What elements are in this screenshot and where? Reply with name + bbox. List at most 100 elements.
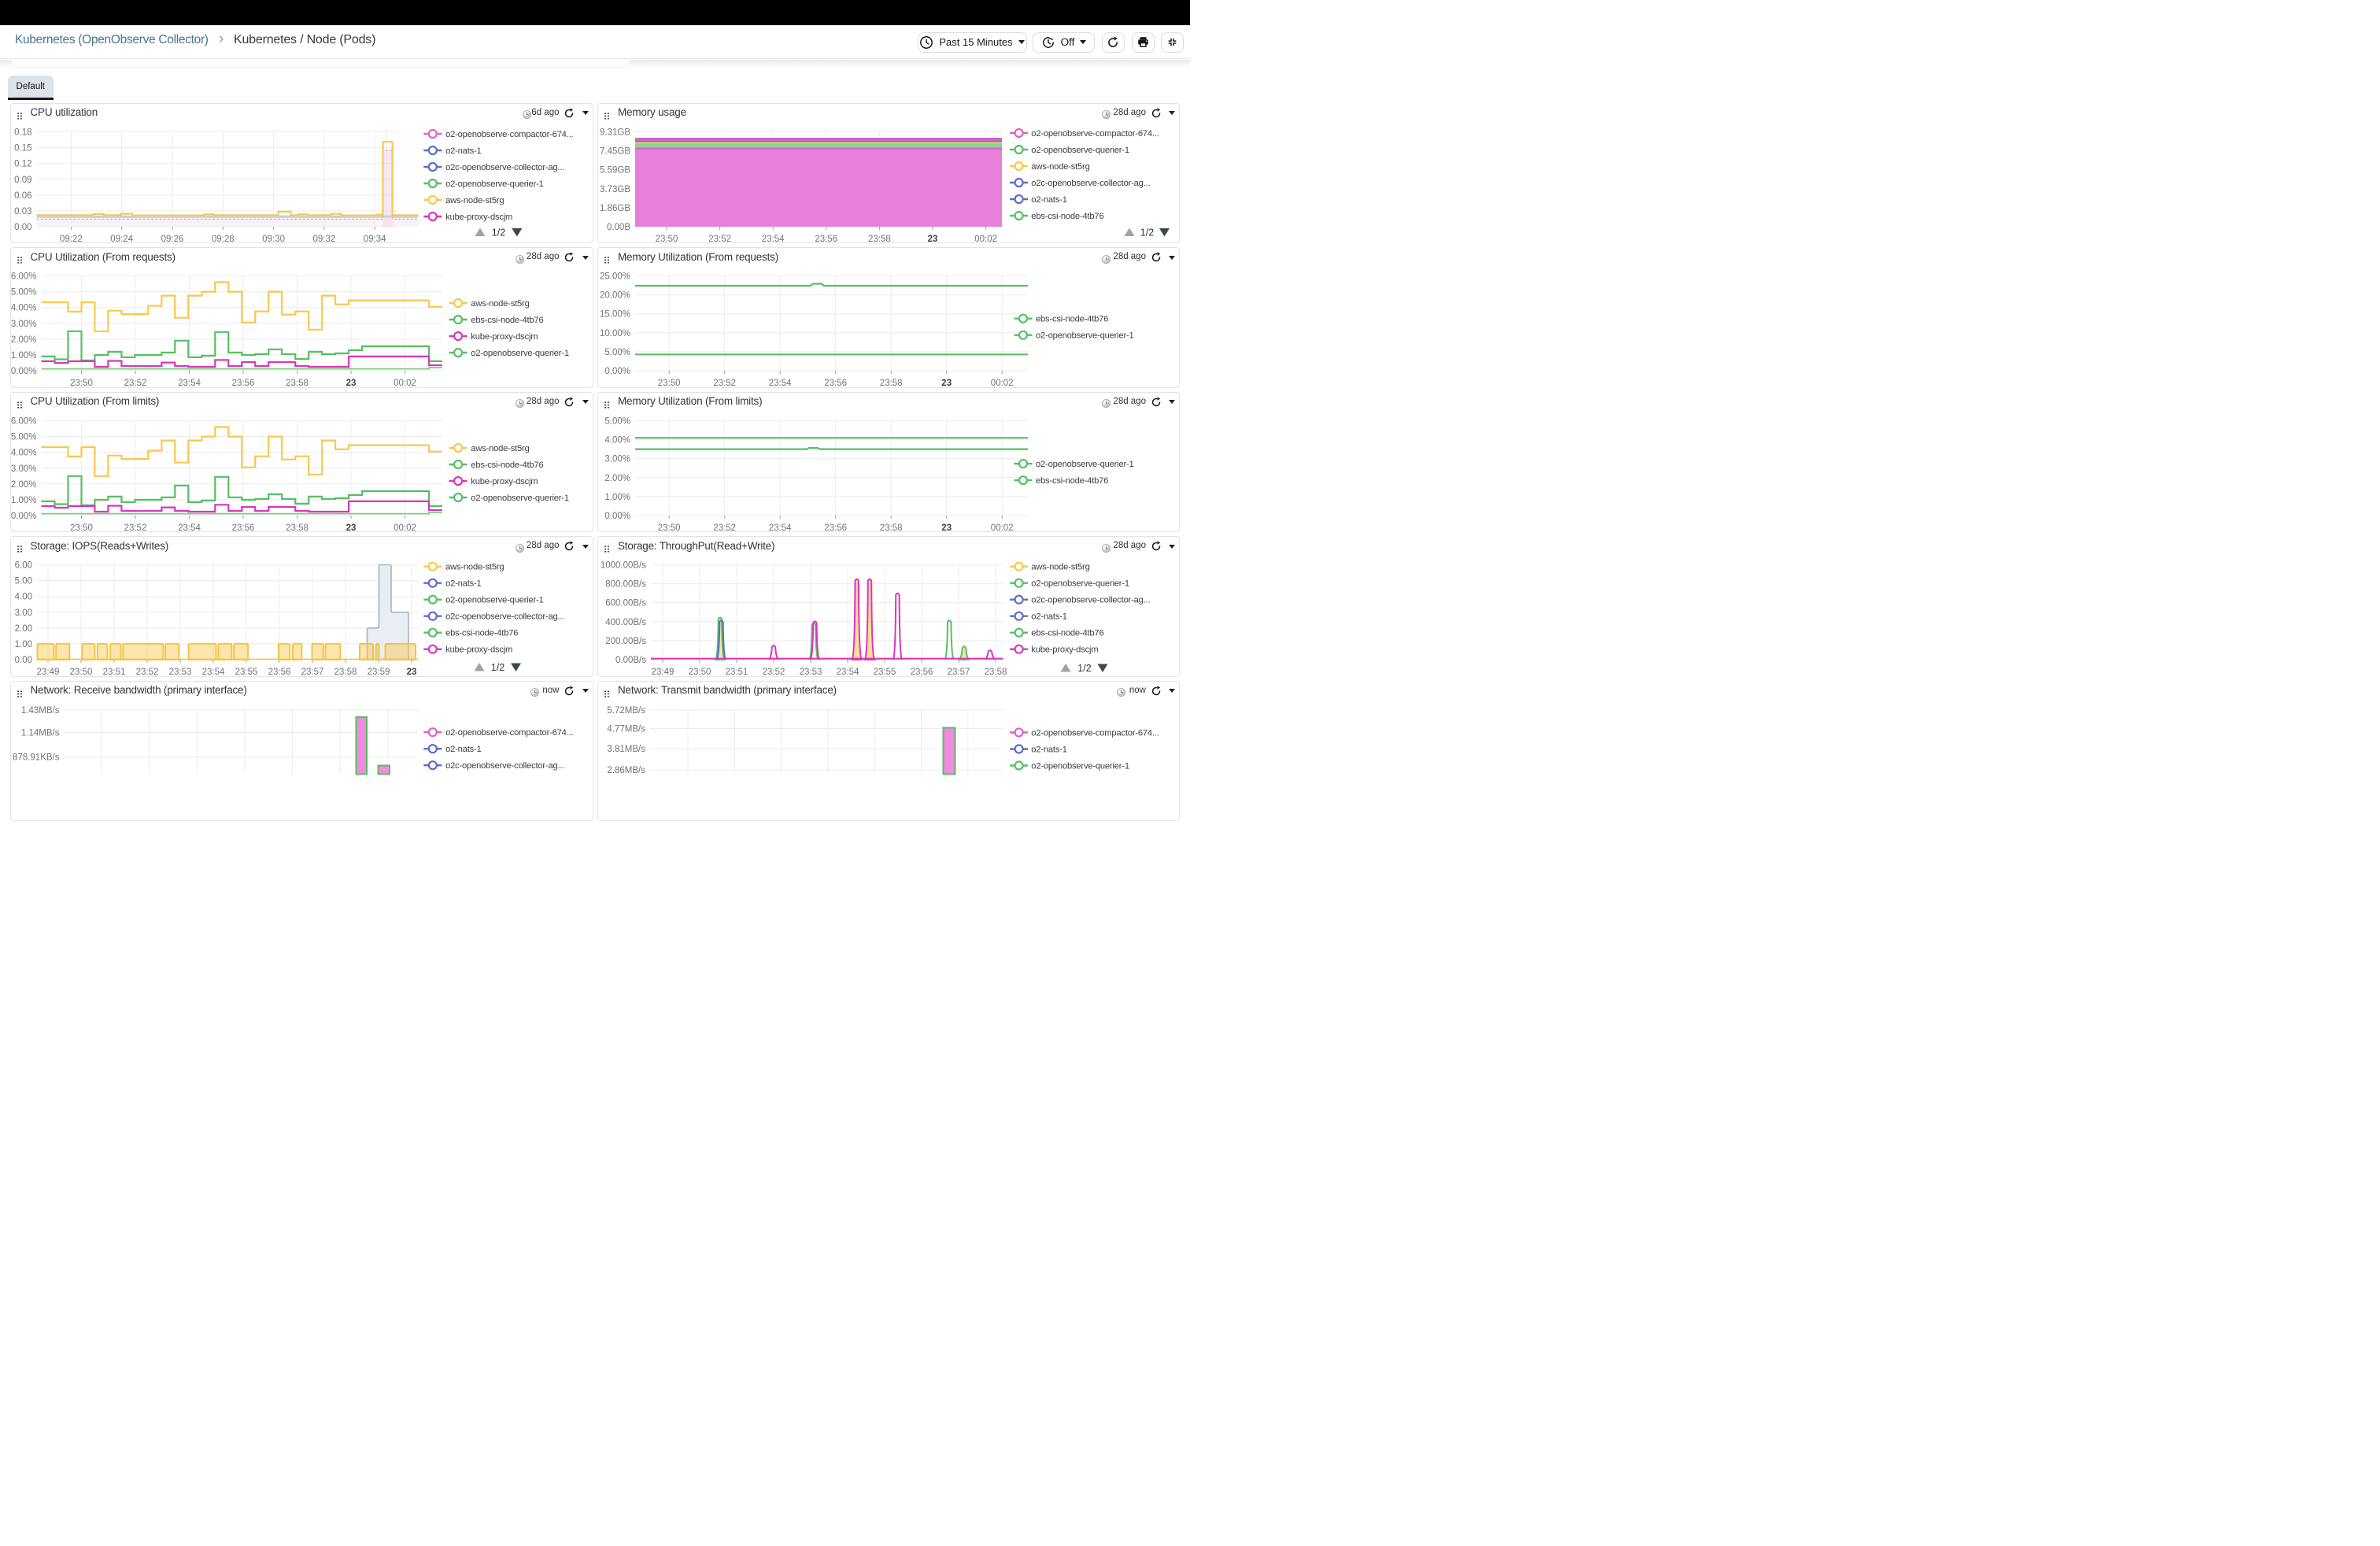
svg-text:23:54: 23:54: [837, 668, 859, 677]
svg-text:23:52: 23:52: [124, 379, 146, 388]
svg-text:23:53: 23:53: [168, 668, 191, 677]
svg-text:1/2: 1/2: [1140, 227, 1154, 238]
svg-text:5.00: 5.00: [14, 577, 31, 586]
svg-text:09:26: 09:26: [161, 235, 183, 244]
svg-text:aws-node-st5rg: aws-node-st5rg: [1031, 162, 1089, 172]
svg-text:kube-proxy-dscjm: kube-proxy-dscjm: [471, 477, 538, 486]
svg-text:0.00: 0.00: [14, 656, 31, 665]
svg-text:0.00B/s: 0.00B/s: [615, 656, 646, 665]
svg-text:ebs-csi-node-4tb76: ebs-csi-node-4tb76: [1036, 315, 1108, 324]
svg-text:6.00%: 6.00%: [11, 272, 37, 282]
svg-text:23:54: 23:54: [769, 523, 792, 533]
svg-text:0.00%: 0.00%: [604, 512, 630, 521]
svg-text:23: 23: [941, 523, 952, 533]
svg-text:09:32: 09:32: [312, 235, 335, 244]
svg-text:o2-nats-1: o2-nats-1: [1031, 195, 1066, 205]
svg-text:23:56: 23:56: [824, 379, 847, 388]
svg-text:23:50: 23:50: [70, 379, 93, 388]
svg-text:200.00B/s: 200.00B/s: [605, 637, 646, 646]
svg-text:0.18: 0.18: [14, 128, 31, 137]
svg-text:0.06: 0.06: [14, 190, 31, 200]
svg-text:o2-openobserve-compactor-674..: o2-openobserve-compactor-674...: [1031, 129, 1159, 139]
svg-text:23: 23: [406, 668, 416, 677]
svg-text:23:50: 23:50: [69, 668, 92, 677]
svg-text:ebs-csi-node-4tb76: ebs-csi-node-4tb76: [471, 316, 543, 325]
svg-text:4.00: 4.00: [14, 593, 31, 602]
svg-text:ebs-csi-node-4tb76: ebs-csi-node-4tb76: [1036, 476, 1108, 486]
svg-text:23:51: 23:51: [726, 668, 748, 677]
svg-text:o2-nats-1: o2-nats-1: [445, 146, 481, 156]
svg-text:o2-openobserve-querier-1: o2-openobserve-querier-1: [1031, 579, 1129, 589]
svg-text:23:49: 23:49: [652, 668, 674, 677]
svg-text:6.00%: 6.00%: [11, 416, 37, 426]
svg-text:o2-openobserve-querier-1: o2-openobserve-querier-1: [445, 596, 544, 605]
svg-text:4.00%: 4.00%: [11, 304, 37, 313]
svg-text:00:02: 00:02: [394, 523, 416, 533]
svg-text:23: 23: [941, 379, 952, 388]
svg-text:1/2: 1/2: [491, 227, 504, 238]
svg-text:1/2: 1/2: [1077, 663, 1091, 674]
svg-text:23:50: 23:50: [70, 523, 93, 533]
svg-text:09:28: 09:28: [211, 235, 234, 244]
svg-text:o2c-openobserve-collector-ag..: o2c-openobserve-collector-ag...: [445, 163, 564, 172]
svg-text:400.00B/s: 400.00B/s: [605, 618, 646, 627]
svg-text:00:02: 00:02: [991, 523, 1014, 533]
svg-text:o2c-openobserve-collector-ag..: o2c-openobserve-collector-ag...: [445, 761, 564, 771]
svg-text:1.43MB/s: 1.43MB/s: [20, 705, 59, 715]
svg-text:23:50: 23:50: [658, 523, 681, 533]
svg-text:23:50: 23:50: [658, 379, 681, 388]
svg-text:23:52: 23:52: [713, 379, 736, 388]
svg-text:23:56: 23:56: [911, 668, 933, 677]
svg-text:23:56: 23:56: [815, 235, 837, 244]
svg-text:0.03: 0.03: [14, 206, 31, 216]
svg-text:3.00%: 3.00%: [11, 320, 37, 329]
svg-text:20.00%: 20.00%: [600, 291, 630, 301]
svg-text:5.00%: 5.00%: [11, 288, 37, 298]
svg-text:1.00: 1.00: [14, 640, 31, 649]
svg-text:aws-node-st5rg: aws-node-st5rg: [1031, 563, 1089, 572]
svg-text:00:02: 00:02: [974, 235, 997, 244]
svg-text:1000.00B/s: 1000.00B/s: [601, 561, 646, 571]
svg-text:10.00%: 10.00%: [600, 329, 630, 338]
svg-text:1/2: 1/2: [490, 662, 504, 673]
svg-text:23:54: 23:54: [178, 379, 201, 388]
svg-text:5.00%: 5.00%: [604, 348, 630, 357]
svg-text:o2-openobserve-querier-1: o2-openobserve-querier-1: [1031, 146, 1129, 155]
svg-text:09:30: 09:30: [262, 235, 285, 244]
svg-text:aws-node-st5rg: aws-node-st5rg: [445, 196, 504, 205]
svg-text:23:51: 23:51: [102, 668, 125, 677]
svg-text:23:58: 23:58: [985, 668, 1007, 677]
svg-text:0.00%: 0.00%: [604, 367, 630, 376]
svg-text:23: 23: [346, 379, 356, 388]
svg-text:23:53: 23:53: [800, 668, 822, 677]
svg-text:o2-nats-1: o2-nats-1: [1031, 612, 1066, 622]
svg-text:23:58: 23:58: [286, 523, 309, 533]
svg-text:23:52: 23:52: [763, 668, 785, 677]
svg-text:9.31GB: 9.31GB: [600, 128, 630, 137]
svg-text:23:56: 23:56: [268, 668, 290, 677]
svg-text:o2-nats-1: o2-nats-1: [1031, 745, 1066, 754]
svg-text:5.00%: 5.00%: [11, 432, 37, 442]
svg-text:23:58: 23:58: [880, 379, 903, 388]
svg-text:o2-openobserve-compactor-674..: o2-openobserve-compactor-674...: [445, 728, 573, 738]
svg-text:kube-proxy-dscjm: kube-proxy-dscjm: [445, 213, 512, 222]
svg-text:00:02: 00:02: [394, 379, 416, 388]
svg-text:kube-proxy-dscjm: kube-proxy-dscjm: [1031, 645, 1098, 655]
svg-text:3.73GB: 3.73GB: [600, 184, 630, 194]
svg-text:25.00%: 25.00%: [600, 272, 630, 282]
svg-text:23:56: 23:56: [824, 523, 847, 533]
svg-text:4.00%: 4.00%: [11, 448, 37, 457]
svg-text:23:54: 23:54: [178, 523, 201, 533]
svg-text:23:49: 23:49: [36, 668, 59, 677]
svg-text:23:52: 23:52: [708, 235, 731, 244]
svg-text:23:50: 23:50: [656, 235, 678, 244]
svg-text:23:52: 23:52: [124, 523, 146, 533]
svg-text:6.00: 6.00: [14, 561, 31, 571]
svg-text:kube-proxy-dscjm: kube-proxy-dscjm: [445, 645, 512, 655]
svg-text:09:24: 09:24: [110, 235, 133, 244]
svg-text:2.00%: 2.00%: [11, 479, 37, 489]
svg-text:23: 23: [346, 523, 356, 533]
svg-text:o2c-openobserve-collector-ag..: o2c-openobserve-collector-ag...: [445, 612, 564, 622]
svg-text:2.86MB/s: 2.86MB/s: [607, 766, 645, 775]
svg-text:23:54: 23:54: [769, 379, 792, 388]
